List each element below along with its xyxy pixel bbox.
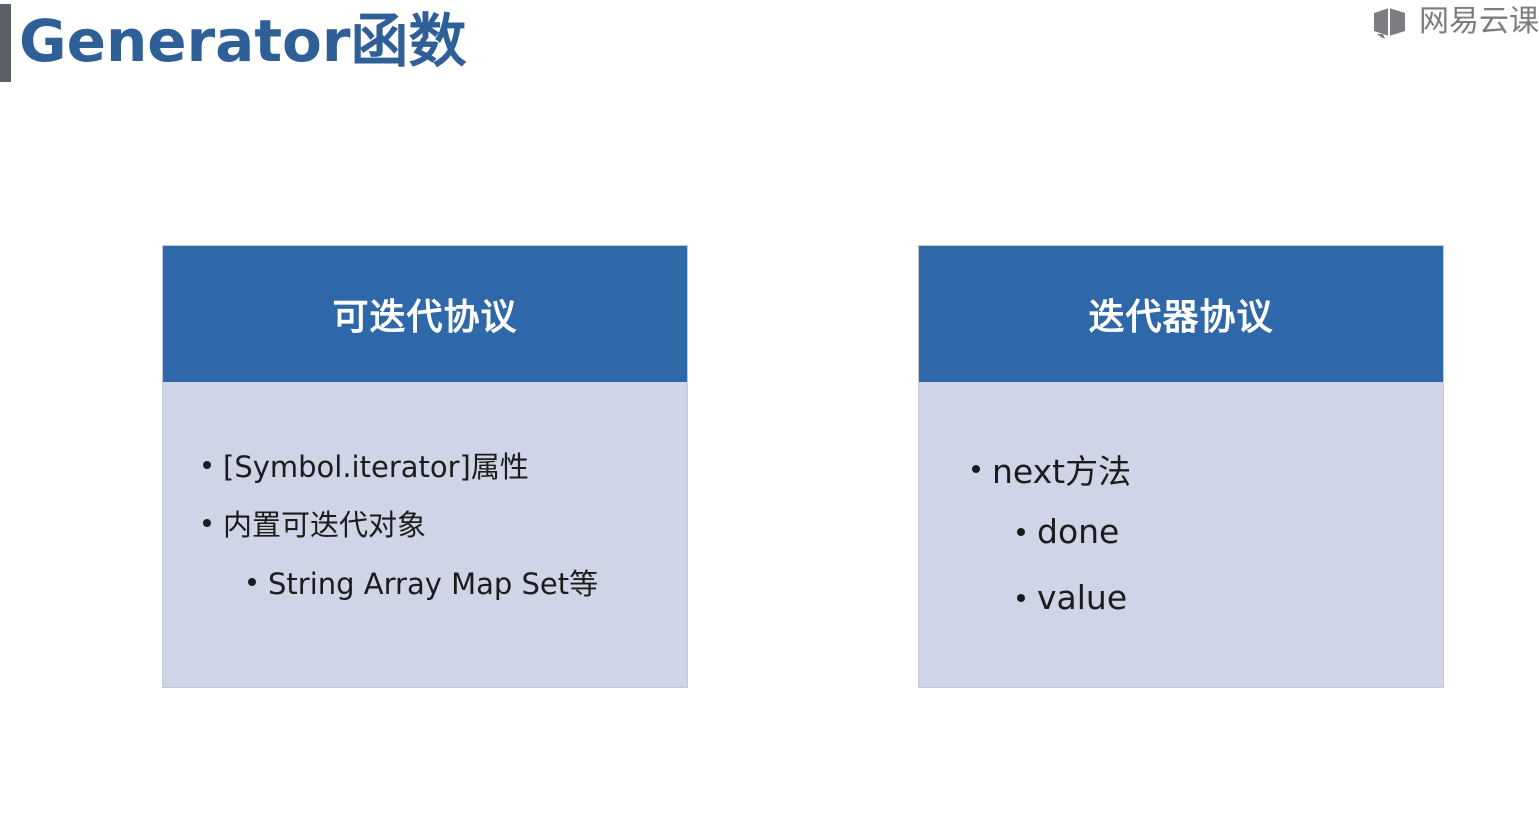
card-title: 迭代器协议 <box>919 246 1443 382</box>
card-title: 可迭代协议 <box>163 246 687 382</box>
iterator-protocol-card: 迭代器协议 next方法 done value <box>918 245 1444 688</box>
iterable-protocol-card: 可迭代协议 [Symbol.iterator]属性 内置可迭代对象 String… <box>162 245 688 688</box>
bullet-icon <box>248 578 256 586</box>
list-item: value <box>1017 578 1127 617</box>
list-item-text: String Array Map Set等 <box>268 567 599 601</box>
list-item-text: done <box>1037 512 1120 551</box>
list-item-text: [Symbol.iterator]属性 <box>223 450 529 484</box>
title-accent-bar <box>0 4 11 82</box>
bullet-icon <box>203 461 211 469</box>
bullet-icon <box>1017 527 1025 536</box>
list-item: String Array Map Set等 <box>248 561 598 603</box>
list-item: done <box>1017 512 1119 551</box>
list-item-text: next方法 <box>992 452 1132 491</box>
list-item-text: value <box>1037 578 1128 617</box>
brand-text: 网易云课 <box>1419 4 1539 39</box>
brand-watermark: 网易云课 <box>1371 2 1539 42</box>
bullet-icon <box>972 465 980 473</box>
list-item: next方法 <box>972 445 1131 493</box>
netease-cloud-classroom-logo-icon <box>1374 8 1405 39</box>
bullet-icon <box>203 519 211 527</box>
bullet-icon <box>1017 593 1025 602</box>
page-title: Generator函数 <box>19 7 467 75</box>
list-item: 内置可迭代对象 <box>203 502 426 544</box>
list-item-text: 内置可迭代对象 <box>223 508 427 542</box>
list-item: [Symbol.iterator]属性 <box>203 444 529 486</box>
